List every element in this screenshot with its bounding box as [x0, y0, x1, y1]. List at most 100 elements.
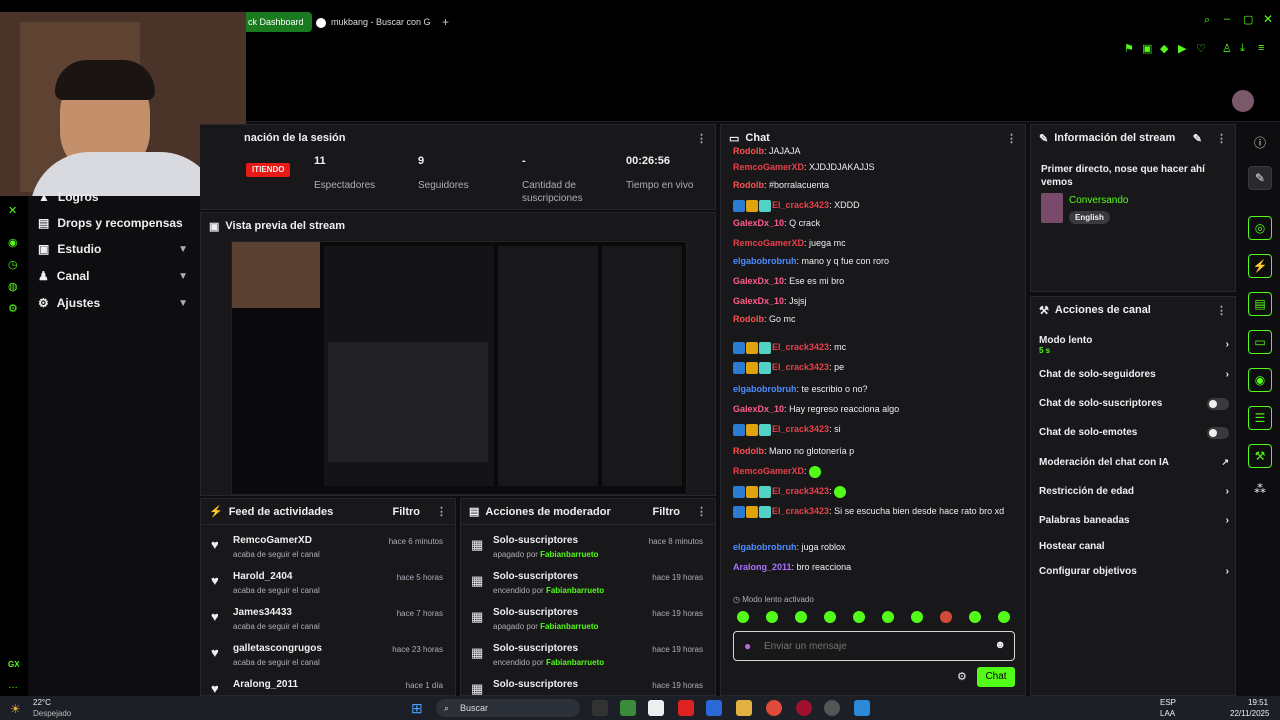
folder-icon[interactable] [736, 700, 752, 716]
mod-action-by[interactable]: Fabianbarrueto [546, 586, 604, 595]
goals-row[interactable]: Configurar objetivos › [1039, 566, 1229, 577]
chat-username[interactable]: El_crack3423 [772, 486, 829, 496]
edit-icon[interactable]: ✎ [1248, 166, 1272, 190]
emote-icon[interactable] [969, 611, 981, 623]
record-icon[interactable]: ◉ [8, 236, 18, 249]
minecraft-icon[interactable] [620, 700, 636, 716]
opera-icon[interactable] [796, 700, 812, 716]
minimize-icon[interactable]: – [1224, 13, 1230, 25]
chat-badge-icon[interactable] [759, 341, 771, 354]
close-icon[interactable]: ✕ [1263, 12, 1273, 26]
activity-user[interactable]: RemcoGamerXD [233, 535, 312, 546]
nav-canal[interactable]: ♟ Canal ▼ [38, 265, 188, 287]
download-icon[interactable]: ⤓ [1240, 42, 1245, 55]
emote-icon[interactable] [882, 611, 894, 623]
activity-user[interactable]: Aralong_2011 [233, 679, 298, 690]
mod-action-by[interactable]: Fabianbarrueto [540, 622, 598, 631]
note-icon[interactable]: ▤ [1248, 292, 1272, 316]
chat-badge-icon[interactable] [746, 341, 758, 354]
nav-logros[interactable]: ▲ Logros [38, 186, 188, 208]
emote-icon[interactable] [940, 611, 952, 623]
chat-input[interactable] [764, 638, 984, 654]
wrench-icon[interactable]: ⚒ [1248, 444, 1272, 468]
mod-action-by[interactable]: Fabianbarrueto [546, 658, 604, 667]
bolt-icon[interactable]: ⚡ [1248, 254, 1272, 278]
menu-icon[interactable]: ≡ [1258, 42, 1264, 54]
chat-username[interactable]: El_crack3423 [772, 506, 829, 516]
chat-username[interactable]: Rodolb [733, 314, 764, 324]
emote-icon[interactable] [911, 611, 923, 623]
chat-badge-icon[interactable] [759, 485, 771, 498]
chat-username[interactable]: El_crack3423 [772, 342, 829, 352]
nav-estudio[interactable]: ▣ Estudio ▼ [38, 238, 188, 260]
chat-input-box[interactable]: ● ☻ [733, 631, 1015, 661]
list-icon[interactable]: ☰ [1248, 406, 1272, 430]
shield-icon[interactable]: ◆ [1160, 42, 1168, 55]
target-icon[interactable]: ◎ [1248, 216, 1272, 240]
nav-drops[interactable]: ▤ Drops y recompensas [38, 212, 188, 234]
age-restriction-row[interactable]: Restricción de edad › [1039, 486, 1229, 497]
chat-badge-icon[interactable] [746, 505, 758, 518]
emote-icon[interactable] [998, 611, 1010, 623]
more-icon[interactable]: … [8, 680, 18, 691]
snapshot-icon[interactable]: ▣ [1142, 42, 1152, 55]
chat-username[interactable]: GalexDx_10 [733, 404, 784, 414]
more-options-icon[interactable]: ⋮ [1216, 132, 1227, 145]
chat-badge-icon[interactable] [733, 485, 745, 498]
chat-username[interactable]: GalexDx_10 [733, 296, 784, 306]
chat-badge-icon[interactable] [746, 423, 758, 436]
play-icon[interactable]: ▶ [1178, 42, 1186, 55]
clock-time[interactable]: 19:51 [1248, 698, 1268, 707]
emote-icon[interactable] [737, 611, 749, 623]
broadcast-icon[interactable]: ◉ [1248, 368, 1272, 392]
mod-action-by[interactable]: Fabianbarrueto [540, 550, 598, 559]
chat-username[interactable]: Rodolb [733, 180, 764, 190]
category-name[interactable]: Conversando [1069, 195, 1128, 206]
language-indicator[interactable]: ESP [1160, 698, 1176, 707]
obs-icon[interactable] [824, 700, 840, 716]
messenger-icon[interactable]: ◍ [8, 280, 18, 293]
windows-icon[interactable]: ⊞ [411, 700, 427, 716]
chat-username[interactable]: GalexDx_10 [733, 276, 784, 286]
chat-send-button[interactable]: Chat [977, 667, 1015, 687]
slow-mode-row[interactable]: Modo lento 5 s › [1039, 335, 1229, 359]
settings-icon[interactable]: ⚙ [8, 302, 18, 315]
chat-username[interactable]: RemcoGamerXD [733, 238, 804, 248]
maximize-icon[interactable]: ▢ [1243, 13, 1253, 26]
chat-username[interactable]: El_crack3423 [772, 362, 829, 372]
chat-username[interactable]: El_crack3423 [772, 424, 829, 434]
chat-icon[interactable]: ▭ [1248, 330, 1272, 354]
activity-user[interactable]: galletascongrugos [233, 643, 322, 654]
chat-badge-icon[interactable] [733, 199, 745, 212]
language-tag[interactable]: English [1069, 211, 1110, 224]
bookmark-icon[interactable]: ⚑ [1124, 42, 1134, 55]
chat-badge-icon[interactable] [759, 199, 771, 212]
followers-only-row[interactable]: Chat de solo-seguidores › [1039, 369, 1229, 380]
taskbar-search[interactable]: ⌕ Buscar [436, 699, 580, 717]
emote-icon[interactable] [795, 611, 807, 623]
chat-username[interactable]: RemcoGamerXD [733, 162, 804, 172]
more-options-icon[interactable]: ⋮ [1216, 304, 1227, 317]
task-view-icon[interactable] [592, 700, 608, 716]
activity-user[interactable]: James34433 [233, 607, 292, 618]
more-options-icon[interactable]: ⋮ [1006, 132, 1017, 145]
mod-filter-button[interactable]: Filtro [653, 506, 681, 518]
more-options-icon[interactable]: ⋮ [696, 505, 707, 518]
copilot-icon[interactable] [706, 700, 722, 716]
search-icon[interactable]: ⌕ [1204, 14, 1210, 27]
banned-words-row[interactable]: Palabras baneadas › [1039, 515, 1229, 526]
chat-username[interactable]: elgabobrobruh [733, 384, 797, 394]
emoji-icon[interactable]: ☻ [994, 639, 1006, 651]
chat-badge-icon[interactable] [746, 199, 758, 212]
activity-filter-button[interactable]: Filtro [393, 506, 421, 518]
chat-badge-icon[interactable] [733, 361, 745, 374]
heart-icon[interactable]: ♡ [1196, 42, 1206, 55]
chat-username[interactable]: Rodolb [733, 446, 764, 456]
chat-badge-icon[interactable] [733, 341, 745, 354]
more-options-icon[interactable]: ⋮ [696, 132, 707, 145]
emote-icon[interactable] [824, 611, 836, 623]
edit-icon[interactable]: ✎ [1193, 132, 1202, 145]
chat-badge-icon[interactable] [746, 361, 758, 374]
settings-icon[interactable]: ⚙ [957, 670, 967, 683]
x-icon[interactable]: ✕ [8, 204, 17, 217]
